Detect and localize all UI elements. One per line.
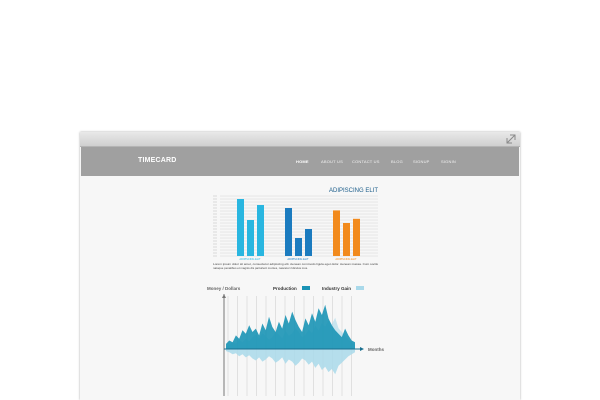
site-navbar: TIMECARD HOME ABOUT US CONTACT US BLOG S… [81, 147, 519, 176]
nav-item-blog[interactable]: BLOG [391, 159, 403, 164]
bar [305, 229, 312, 256]
bar-group-label: ADIPISCING ELIT [335, 257, 357, 261]
legend-swatch-industry-gain [356, 286, 364, 290]
bar [295, 238, 302, 256]
bar [343, 223, 350, 256]
bar-chart-title: ADIPISCING ELIT [329, 188, 378, 194]
y-axis-arrow [222, 294, 226, 298]
x-axis-arrow [360, 347, 364, 351]
x-axis-label: Months [368, 347, 384, 352]
nav-item-contact-us[interactable]: CONTACT US [352, 159, 380, 164]
chart-caption-line: natoque penatibus et magnis dis parturie… [213, 266, 308, 270]
page-content: ADIPISCING ELIT ADIPISCING ELIT ADIPISCING… [80, 176, 520, 400]
nav-item-about-us[interactable]: ABOUT US [321, 159, 343, 164]
legend-label-industry-gain: Industry Gain [322, 286, 351, 291]
area-chart: Money / Dollars Production Industry Gain Mo… [207, 286, 384, 396]
bar [285, 208, 292, 256]
site-logo[interactable]: TIMECARD [138, 157, 177, 164]
bar [247, 220, 254, 256]
browser-window: TIMECARD HOME ABOUT US CONTACT US BLOG S… [80, 132, 520, 400]
bar [333, 210, 340, 256]
bar-chart: ADIPISCING ELIT ADIPISCING ELIT ADIPISCING… [213, 188, 379, 270]
nav-item-home[interactable]: HOME [296, 159, 309, 164]
window-titlebar [80, 132, 520, 147]
legend-swatch-production [302, 286, 310, 290]
area-series-industry-gain [226, 349, 355, 375]
resize-icon[interactable] [506, 134, 516, 144]
nav-item-signin[interactable]: SIGNIN [441, 159, 456, 164]
bar [237, 199, 244, 256]
bar [353, 218, 360, 256]
y-axis-label: Money / Dollars [207, 286, 241, 291]
nav-item-signup[interactable]: SIGNUP [413, 159, 430, 164]
bar-group-label: ADIPISCING ELIT [239, 257, 261, 261]
bar-group-label: ADIPISCING ELIT [287, 257, 309, 261]
bar [257, 205, 264, 256]
legend-label-production: Production [273, 286, 297, 291]
